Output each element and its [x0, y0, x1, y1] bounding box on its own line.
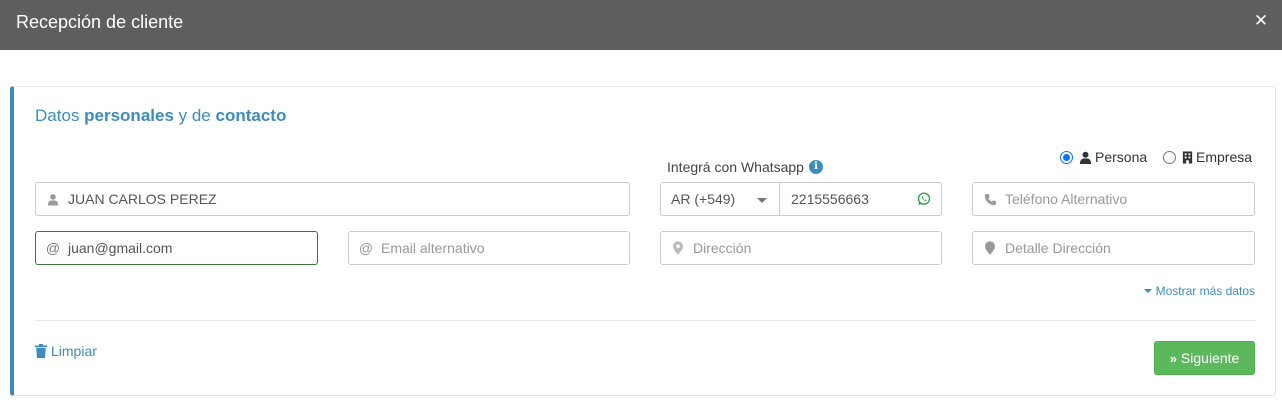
close-icon[interactable]: ✕ — [1252, 11, 1270, 31]
modal-header: Recepción de cliente ✕ — [0, 0, 1282, 50]
building-icon — [1182, 150, 1193, 164]
radio-persona-label: Persona — [1095, 149, 1148, 165]
radio-persona-button[interactable] — [1060, 150, 1073, 164]
name-value: JUAN CARLOS PEREZ — [68, 191, 217, 207]
radio-empresa[interactable]: Empresa — [1163, 149, 1252, 165]
at-icon: @ — [358, 240, 374, 256]
user-icon — [46, 193, 60, 206]
alt-phone-placeholder: Teléfono Alternativo — [1005, 191, 1128, 207]
map-marker-icon — [983, 241, 997, 255]
whatsapp-label-text: Integrá con Whatsapp — [667, 159, 804, 175]
radio-persona[interactable]: Persona — [1060, 149, 1147, 165]
name-input[interactable]: JUAN CARLOS PEREZ — [35, 182, 630, 216]
section-title: Datos personales y de contacto — [35, 106, 286, 126]
email-value: juan@gmail.com — [68, 240, 173, 256]
at-icon: @ — [45, 240, 61, 256]
modal-title: Recepción de cliente — [16, 12, 184, 32]
section-title-part: Datos — [35, 106, 85, 125]
next-button[interactable]: » Siguiente — [1154, 341, 1255, 375]
user-icon — [1079, 151, 1092, 164]
info-icon[interactable]: i — [808, 160, 823, 174]
alt-email-placeholder: Email alternativo — [381, 240, 485, 256]
section-title-bold: contacto — [215, 106, 287, 125]
email-input[interactable]: @ juan@gmail.com — [35, 231, 318, 265]
trash-icon — [35, 344, 47, 358]
address-detail-placeholder: Detalle Dirección — [1005, 240, 1111, 256]
show-more-label: Mostrar más datos — [1155, 284, 1255, 298]
radio-empresa-label: Empresa — [1196, 149, 1253, 165]
section-title-bold: personales — [84, 106, 174, 125]
alt-email-input[interactable]: @ Email alternativo — [348, 231, 630, 265]
alt-phone-input[interactable]: Teléfono Alternativo — [972, 182, 1255, 216]
whatsapp-icon[interactable] — [917, 192, 931, 209]
phone-value: 2215556663 — [791, 191, 869, 207]
country-code-select[interactable]: AR (+549) — [660, 182, 780, 216]
address-input[interactable]: Dirección — [660, 231, 942, 265]
next-label: Siguiente — [1180, 350, 1240, 366]
double-chevron-right-icon: » — [1169, 350, 1177, 366]
radio-empresa-button[interactable] — [1163, 150, 1176, 164]
map-marker-icon — [671, 241, 685, 255]
phone-icon — [983, 193, 997, 206]
section-title-part: y de — [173, 106, 216, 125]
address-placeholder: Dirección — [693, 240, 752, 256]
show-more-link[interactable]: Mostrar más datos — [1143, 284, 1255, 298]
phone-input[interactable]: 2215556663 — [779, 182, 942, 216]
divider — [35, 320, 1255, 321]
whatsapp-label: Integrá con Whatsapp i — [667, 159, 823, 175]
clear-label: Limpiar — [51, 343, 97, 359]
address-detail-input[interactable]: Detalle Dirección — [972, 231, 1255, 265]
country-code-value: AR (+549) — [671, 191, 736, 207]
caret-down-icon — [1143, 289, 1152, 293]
clear-link[interactable]: Limpiar — [35, 343, 97, 359]
caret-down-icon — [757, 198, 767, 203]
